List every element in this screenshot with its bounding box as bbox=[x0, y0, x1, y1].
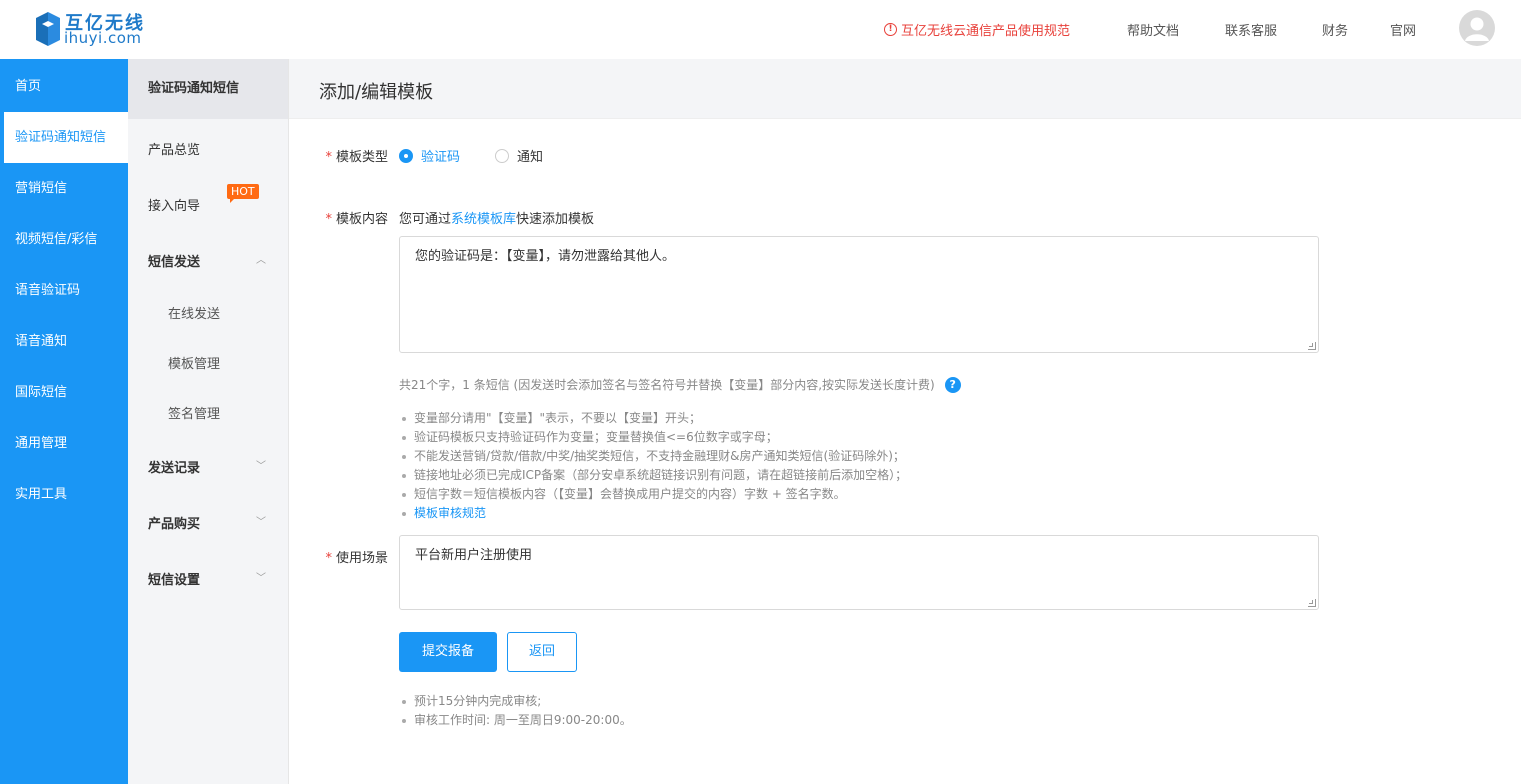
subnav-records[interactable]: 发送记录 bbox=[148, 457, 200, 476]
nav-tools[interactable]: 实用工具 bbox=[0, 469, 128, 520]
list-item: 短信字数＝短信模板内容（【变量】会替换成用户提交的内容）字数 + 签名字数。 bbox=[399, 485, 907, 504]
list-item: 验证码模板只支持验证码作为变量；变量替换值<=6位数字或字母； bbox=[399, 428, 907, 447]
nav-voice-code[interactable]: 语音验证码 bbox=[0, 265, 128, 316]
avatar[interactable] bbox=[1459, 10, 1495, 46]
alert-icon: ! bbox=[884, 23, 897, 36]
list-item: 变量部分请用"【变量】"表示，不要以【变量】开头； bbox=[399, 409, 907, 428]
nav-general-management[interactable]: 通用管理 bbox=[0, 418, 128, 469]
list-item: 模板审核规范 bbox=[399, 504, 907, 523]
template-content-textarea[interactable]: 您的验证码是：【变量】，请勿泄露给其他人。 bbox=[399, 236, 1319, 353]
logo-mark-icon bbox=[36, 12, 60, 46]
character-count: 共21个字，1 条短信 (因发送时会添加签名与签名符号并替换【变量】部分内容,按… bbox=[399, 376, 961, 393]
subnav-purchase[interactable]: 产品购买 bbox=[148, 513, 200, 532]
subnav-guide[interactable]: 接入向导 HOT bbox=[148, 184, 259, 214]
help-icon[interactable]: ? bbox=[944, 376, 961, 393]
template-type-label: * 模板类型 bbox=[298, 146, 388, 165]
submit-button[interactable]: 提交报备 bbox=[399, 632, 497, 672]
nav-video-sms[interactable]: 视频短信/彩信 bbox=[0, 214, 128, 265]
template-rules-list: 变量部分请用"【变量】"表示，不要以【变量】开头； 验证码模板只支持验证码作为变… bbox=[399, 409, 907, 523]
contact-service-link[interactable]: 联系客服 bbox=[1225, 20, 1277, 39]
chevron-down-icon[interactable]: ﹀ bbox=[256, 569, 266, 584]
usage-scene-value: 平台新用户注册使用 bbox=[415, 548, 533, 563]
list-item: 审核工作时间: 周一至周日9:00-20:00。 bbox=[399, 711, 632, 730]
chevron-down-icon[interactable]: ﹀ bbox=[256, 457, 266, 472]
nav-marketing-sms[interactable]: 营销短信 bbox=[0, 163, 128, 214]
page-title: 添加/编辑模板 bbox=[319, 82, 434, 103]
template-content-value: 您的验证码是：【变量】，请勿泄露给其他人。 bbox=[415, 249, 676, 264]
review-rules-link[interactable]: 模板审核规范 bbox=[414, 506, 486, 520]
usage-policy-text: 互亿无线云通信产品使用规范 bbox=[901, 24, 1071, 39]
required-mark: * bbox=[325, 150, 332, 165]
required-mark: * bbox=[325, 212, 332, 227]
logo[interactable]: 互亿无线 ihuyi.com bbox=[34, 8, 194, 50]
usage-scene-label: * 使用场景 bbox=[298, 547, 388, 566]
list-item: 链接地址必须已完成ICP备案（部分安卓系统超链接识别有问题，请在超链接前后添加空… bbox=[399, 466, 907, 485]
template-type-label-text: 模板类型 bbox=[335, 150, 388, 165]
resize-handle-icon[interactable] bbox=[1308, 342, 1316, 350]
list-item: 不能发送营销/贷款/借款/中奖/抽奖类短信，不支持金融理财&房产通知类短信(验证… bbox=[399, 447, 907, 466]
template-library-hint: 您可通过系统模板库快速添加模板 bbox=[399, 208, 594, 227]
subnav-send-group[interactable]: 短信发送 bbox=[148, 251, 200, 270]
template-content-label-text: 模板内容 bbox=[335, 212, 388, 227]
required-mark: * bbox=[325, 551, 332, 566]
template-content-label: * 模板内容 bbox=[298, 208, 388, 227]
subnav-online-send[interactable]: 在线发送 bbox=[168, 303, 220, 322]
radio-notification[interactable]: 通知 bbox=[495, 146, 543, 165]
radio-notification-label: 通知 bbox=[517, 150, 544, 165]
character-count-text: 共21个字，1 条短信 (因发送时会添加签名与签名符号并替换【变量】部分内容,按… bbox=[399, 378, 935, 392]
chevron-up-icon[interactable]: ︿ bbox=[256, 251, 266, 266]
nav-verification-sms[interactable]: 验证码通知短信 bbox=[0, 112, 128, 163]
radio-verification-code[interactable]: 验证码 bbox=[399, 146, 460, 165]
page-title-bar: 添加/编辑模板 bbox=[289, 59, 1521, 119]
nav-voice-notice[interactable]: 语音通知 bbox=[0, 316, 128, 367]
list-item: 预计15分钟内完成审核; bbox=[399, 692, 632, 711]
radio-verification-code-label: 验证码 bbox=[421, 150, 461, 165]
secondary-sidebar: 验证码通知短信 产品总览 接入向导 HOT 短信发送 ︿ 在线发送 模板管理 签… bbox=[128, 59, 289, 784]
usage-policy-link[interactable]: ! 互亿无线云通信产品使用规范 bbox=[884, 20, 1070, 39]
subnav-overview[interactable]: 产品总览 bbox=[148, 139, 200, 158]
finance-link[interactable]: 财务 bbox=[1322, 20, 1348, 39]
subnav-signature-management[interactable]: 签名管理 bbox=[168, 403, 220, 422]
nav-home[interactable]: 首页 bbox=[0, 61, 128, 112]
top-header: 互亿无线 ihuyi.com ! 互亿无线云通信产品使用规范 帮助文档 联系客服… bbox=[0, 0, 1521, 59]
usage-scene-textarea[interactable]: 平台新用户注册使用 bbox=[399, 535, 1319, 610]
back-button[interactable]: 返回 bbox=[507, 632, 577, 672]
official-site-link[interactable]: 官网 bbox=[1390, 20, 1416, 39]
chevron-down-icon[interactable]: ﹀ bbox=[256, 513, 266, 528]
review-notes-list: 预计15分钟内完成审核; 审核工作时间: 周一至周日9:00-20:00。 bbox=[399, 692, 632, 730]
primary-sidebar: 首页 验证码通知短信 营销短信 视频短信/彩信 语音验证码 语音通知 国际短信 … bbox=[0, 59, 128, 784]
nav-international-sms[interactable]: 国际短信 bbox=[0, 367, 128, 418]
subnav-guide-label: 接入向导 bbox=[148, 199, 201, 214]
hint-suffix: 快速添加模板 bbox=[516, 212, 595, 227]
usage-scene-label-text: 使用场景 bbox=[335, 551, 388, 566]
logo-subtitle: ihuyi.com bbox=[64, 29, 142, 47]
secondary-sidebar-heading: 验证码通知短信 bbox=[128, 59, 288, 119]
user-icon bbox=[1465, 17, 1489, 41]
radio-unchecked-icon bbox=[495, 148, 509, 163]
subnav-template-management[interactable]: 模板管理 bbox=[168, 353, 220, 372]
radio-checked-icon bbox=[399, 148, 413, 163]
hint-prefix: 您可通过 bbox=[399, 212, 452, 227]
system-template-library-link[interactable]: 系统模板库 bbox=[451, 212, 516, 227]
subnav-settings[interactable]: 短信设置 bbox=[148, 569, 200, 588]
resize-handle-icon[interactable] bbox=[1308, 599, 1316, 607]
help-docs-link[interactable]: 帮助文档 bbox=[1127, 20, 1179, 39]
hot-badge: HOT bbox=[227, 184, 259, 203]
